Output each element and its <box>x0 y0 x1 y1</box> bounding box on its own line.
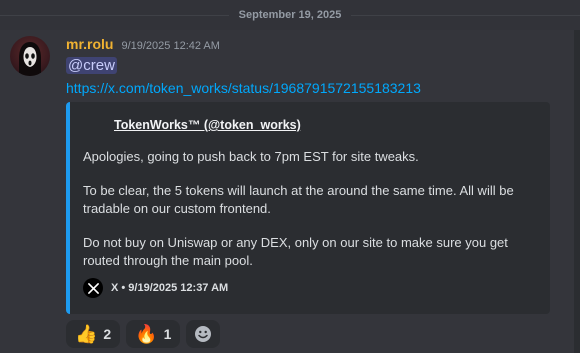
link-embed: TokenWorks™ (@token_works) Apologies, go… <box>66 102 550 314</box>
embed-description: Apologies, going to push back to 7pm EST… <box>83 148 543 286</box>
x-logo-icon <box>83 278 103 298</box>
embed-paragraph: Apologies, going to push back to 7pm EST… <box>83 149 419 164</box>
add-reaction-icon <box>195 326 212 342</box>
message-link[interactable]: https://x.com/token_works/status/1968791… <box>66 80 421 96</box>
fire-icon: 🔥 <box>135 324 158 344</box>
embed-author[interactable]: TokenWorks™ (@token_works) <box>114 118 301 132</box>
message-header: mr.rolu 9/19/2025 12:42 AM <box>66 36 220 52</box>
embed-paragraph: To be clear, the 5 tokens will launch at… <box>83 183 514 216</box>
scrollbar-track[interactable] <box>574 30 580 353</box>
avatar[interactable] <box>10 36 50 76</box>
reactions-bar: 👍 2 🔥 1 <box>66 320 226 348</box>
reaction-count: 1 <box>163 326 172 342</box>
add-reaction-button[interactable] <box>186 320 221 348</box>
reaction-count: 2 <box>103 326 112 342</box>
embed-paragraph: Do not buy on Uniswap or any DEX, only o… <box>83 235 508 268</box>
divider-date: September 19, 2025 <box>238 9 342 21</box>
embed-footer: X • 9/19/2025 12:37 AM <box>83 278 228 298</box>
embed-footer-text: X • 9/19/2025 12:37 AM <box>111 282 229 294</box>
date-divider: September 19, 2025 <box>0 6 580 24</box>
avatar-image <box>19 42 41 76</box>
username[interactable]: mr.rolu <box>66 36 113 52</box>
message-timestamp: 9/19/2025 12:42 AM <box>121 40 220 52</box>
message: mr.rolu 9/19/2025 12:42 AM @crew https:/… <box>0 30 580 353</box>
reaction-fire[interactable]: 🔥 1 <box>126 320 181 348</box>
divider-line-left <box>0 14 229 16</box>
divider-line-right <box>351 14 580 16</box>
reaction-thumbs-up[interactable]: 👍 2 <box>66 320 121 348</box>
thumbs-up-icon: 👍 <box>75 324 98 344</box>
role-mention[interactable]: @crew <box>66 57 117 74</box>
